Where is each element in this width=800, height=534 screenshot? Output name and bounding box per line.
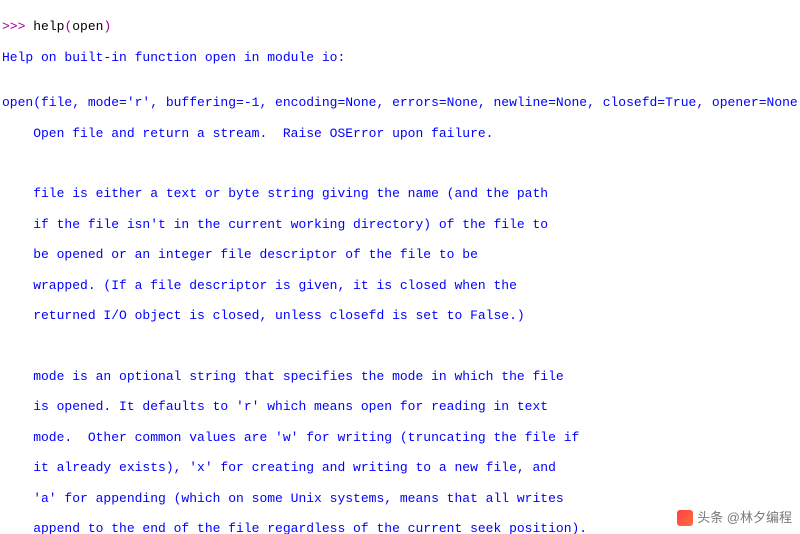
help-body-line	[2, 338, 798, 353]
help-body-line: Open file and return a stream. Raise OSE…	[2, 126, 798, 141]
help-body-line: mode. Other common values are 'w' for wr…	[2, 430, 798, 445]
help-body-line: is opened. It defaults to 'r' which mean…	[2, 399, 798, 414]
help-header: Help on built-in function open in module…	[2, 50, 798, 65]
help-body-line: be opened or an integer file descriptor …	[2, 247, 798, 262]
help-body-line: wrapped. (If a file descriptor is given,…	[2, 278, 798, 293]
prompt-chevrons: >>>	[2, 19, 33, 34]
rparen: )	[103, 19, 111, 34]
help-body-line: returned I/O object is closed, unless cl…	[2, 308, 798, 323]
help-body-line: if the file isn't in the current working…	[2, 217, 798, 232]
help-body-line: file is either a text or byte string giv…	[2, 186, 798, 201]
watermark-text: 头条 @林夕编程	[697, 510, 792, 525]
help-body-line	[2, 156, 798, 171]
arg-open: open	[72, 19, 103, 34]
python-repl-output[interactable]: >>> help(open) Help on built-in function…	[0, 0, 800, 534]
func-name-help: help	[33, 19, 64, 34]
toutiao-logo-icon	[677, 510, 693, 526]
help-signature: open(file, mode='r', buffering=-1, encod…	[2, 95, 798, 110]
help-body-line: 'a' for appending (which on some Unix sy…	[2, 491, 798, 506]
prompt-line: >>> help(open)	[2, 19, 798, 34]
help-body-line: mode is an optional string that specifie…	[2, 369, 798, 384]
help-body-line: it already exists), 'x' for creating and…	[2, 460, 798, 475]
watermark: 头条 @林夕编程	[677, 510, 792, 526]
